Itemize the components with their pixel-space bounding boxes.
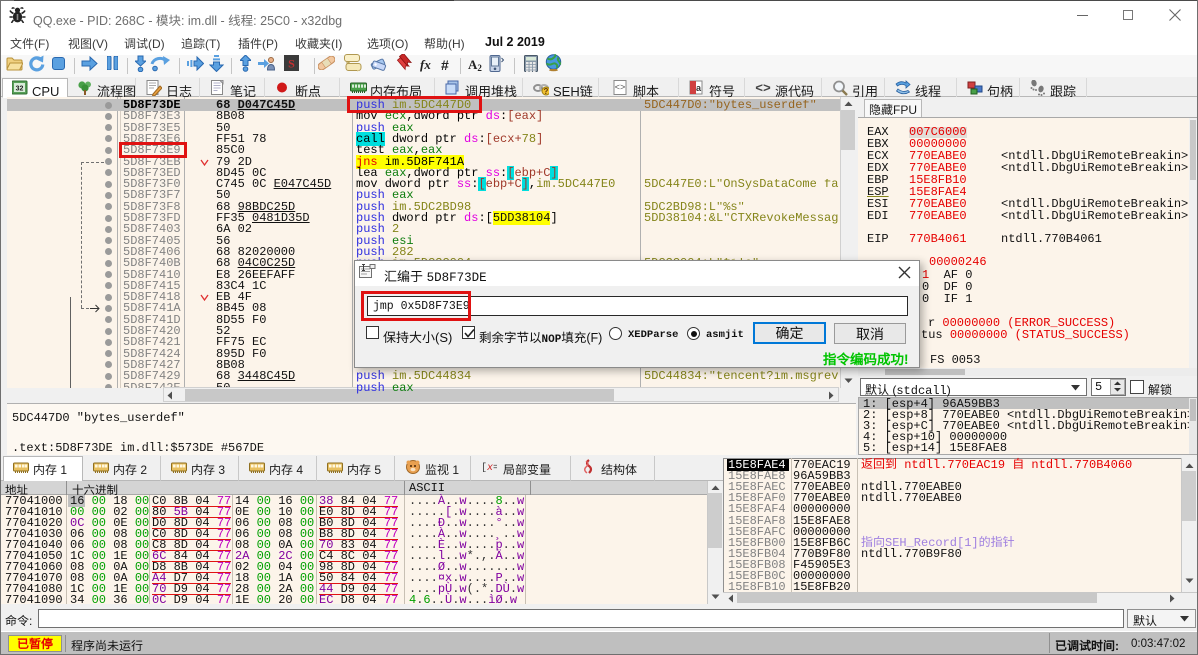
svg-text:<>: <>	[615, 83, 626, 93]
svg-text:32: 32	[16, 86, 24, 93]
svg-text:[x=]: [x=]	[481, 462, 497, 474]
svg-text:<>: <>	[755, 81, 771, 96]
svg-text:?: ?	[544, 87, 549, 96]
svg-text:S: S	[288, 57, 295, 71]
